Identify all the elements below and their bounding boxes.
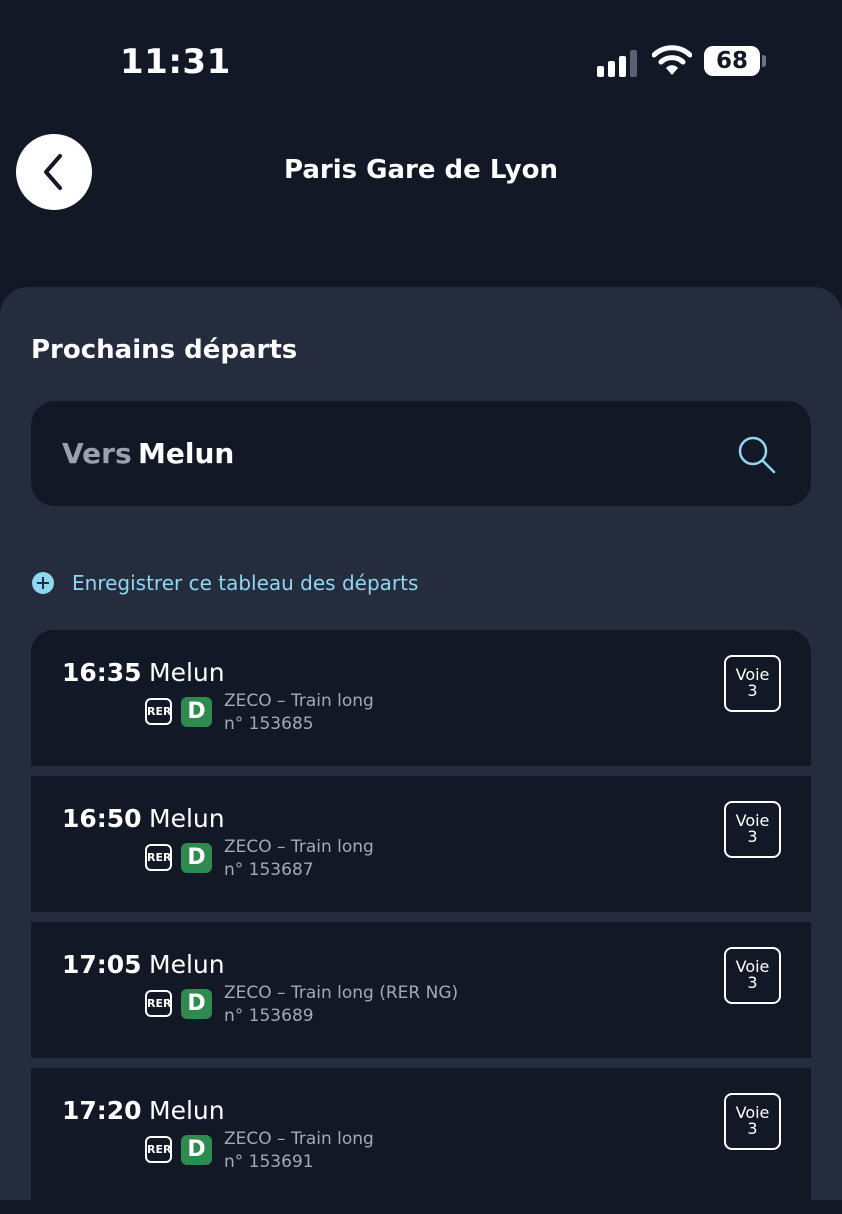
line-d-badge: D — [181, 989, 212, 1019]
page-title: Paris Gare de Lyon — [284, 155, 558, 185]
search-value: Melun — [138, 437, 235, 470]
departure-service: ZECO – Train long — [224, 837, 374, 857]
departure-number: n° 153685 — [224, 714, 314, 734]
departure-time: 17:05 — [62, 950, 142, 979]
departure-time: 17:20 — [62, 1096, 142, 1125]
rer-badge: RER — [145, 1136, 172, 1163]
departures-list: 16:35 Melun RER D ZECO – Train long n° 1… — [31, 630, 811, 1214]
platform-badge: Voie 3 — [724, 655, 781, 712]
search-prefix: Vers — [62, 437, 132, 470]
rer-badge: RER — [145, 844, 172, 871]
departure-service: ZECO – Train long — [224, 691, 374, 711]
platform-badge: Voie 3 — [724, 801, 781, 858]
save-board-label: Enregistrer ce tableau des départs — [72, 571, 419, 595]
departure-service: ZECO – Train long (RER NG) — [224, 983, 459, 1003]
destination-search-input[interactable]: Vers Melun — [31, 401, 811, 506]
departure-destination: Melun — [149, 950, 225, 979]
departure-number: n° 153689 — [224, 1006, 314, 1026]
departure-number: n° 153687 — [224, 860, 314, 880]
search-icon[interactable] — [736, 434, 778, 476]
departure-time: 16:50 — [62, 804, 142, 833]
departure-row[interactable]: 16:50 Melun RER D ZECO – Train long n° 1… — [31, 776, 811, 912]
platform-badge: Voie 3 — [724, 1093, 781, 1150]
departure-destination: Melun — [149, 1096, 225, 1125]
status-time: 11:31 — [120, 42, 231, 82]
platform-number: 3 — [747, 681, 758, 700]
platform-number: 3 — [747, 827, 758, 846]
signal-icon — [597, 49, 639, 77]
line-d-badge: D — [181, 843, 212, 873]
departure-number: n° 153691 — [224, 1152, 314, 1172]
status-bar: 11:31 68 — [0, 0, 842, 120]
battery-tip — [762, 55, 766, 67]
departure-service: ZECO – Train long — [224, 1129, 374, 1149]
plus-circle-icon — [32, 572, 54, 594]
wifi-icon — [651, 44, 693, 78]
rer-badge: RER — [145, 990, 172, 1017]
departure-destination: Melun — [149, 804, 225, 833]
platform-number: 3 — [747, 1119, 758, 1138]
line-d-badge: D — [181, 697, 212, 727]
departure-row[interactable]: 17:20 Melun RER D ZECO – Train long n° 1… — [31, 1068, 811, 1204]
line-d-badge: D — [181, 1135, 212, 1165]
departure-destination: Melun — [149, 658, 225, 687]
platform-badge: Voie 3 — [724, 947, 781, 1004]
departure-time: 16:35 — [62, 658, 142, 687]
departure-row[interactable]: 16:35 Melun RER D ZECO – Train long n° 1… — [31, 630, 811, 766]
battery-icon: 68 — [704, 46, 760, 76]
rer-badge: RER — [145, 698, 172, 725]
departure-row[interactable]: 17:05 Melun RER D ZECO – Train long (RER… — [31, 922, 811, 1058]
platform-number: 3 — [747, 973, 758, 992]
section-title: Prochains départs — [31, 335, 298, 365]
